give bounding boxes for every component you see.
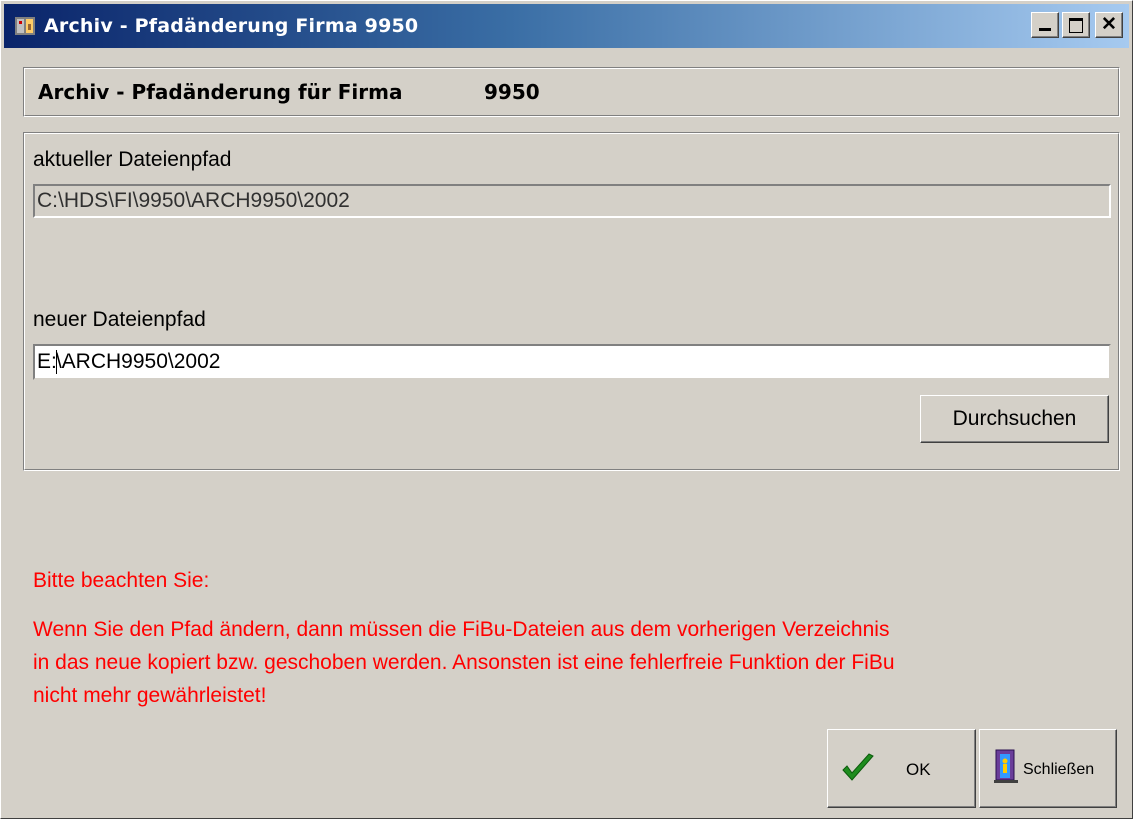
close-window-button[interactable]: ✕ — [1095, 12, 1123, 38]
new-path-value-start: E: — [37, 350, 57, 373]
title-bar[interactable]: Archiv - Pfadänderung Firma 9950 ✕ — [4, 4, 1129, 48]
new-path-input[interactable]: E:\ARCH9950\2002 — [33, 344, 1111, 380]
maximize-icon — [1069, 18, 1083, 33]
ok-button[interactable]: OK — [827, 729, 976, 808]
warning-line: Wenn Sie den Pfad ändern, dann müssen di… — [33, 618, 890, 641]
new-path-value-end: \ARCH9950\2002 — [55, 350, 221, 373]
dialog-window: Archiv - Pfadänderung Firma 9950 ✕ Archi… — [0, 0, 1133, 819]
close-button[interactable]: Schließen — [979, 729, 1117, 808]
maximize-button[interactable] — [1062, 12, 1090, 38]
path-group-panel: aktueller Dateienpfad C:\HDS\FI\9950\ARC… — [23, 132, 1120, 471]
header-panel: Archiv - Pfadänderung für Firma 9950 — [23, 67, 1120, 117]
header-title: Archiv - Pfadänderung für Firma — [38, 80, 403, 104]
current-path-field: C:\HDS\FI\9950\ARCH9950\2002 — [33, 184, 1111, 218]
new-path-label: neuer Dateienpfad — [33, 308, 206, 331]
warning-heading: Bitte beachten Sie: — [33, 569, 210, 592]
ok-label: OK — [906, 760, 931, 779]
warning-line: nicht mehr gewährleistet! — [33, 684, 267, 707]
window-title: Archiv - Pfadänderung Firma 9950 — [44, 15, 419, 37]
minimize-button[interactable] — [1031, 12, 1059, 38]
warning-text: Wenn Sie den Pfad ändern, dann müssen di… — [33, 613, 1123, 712]
minimize-icon — [1039, 28, 1051, 31]
exit-door-icon — [992, 748, 1020, 789]
close-icon: ✕ — [1101, 14, 1117, 35]
close-label: Schließen — [1023, 761, 1095, 778]
company-number: 9950 — [484, 80, 540, 104]
current-path-label: aktueller Dateienpfad — [33, 148, 232, 171]
checkmark-icon — [840, 752, 876, 791]
browse-button[interactable]: Durchsuchen — [920, 395, 1109, 443]
app-icon — [14, 15, 36, 37]
warning-line: in das neue kopiert bzw. geschoben werde… — [33, 651, 895, 674]
window-controls: ✕ — [1031, 12, 1123, 38]
